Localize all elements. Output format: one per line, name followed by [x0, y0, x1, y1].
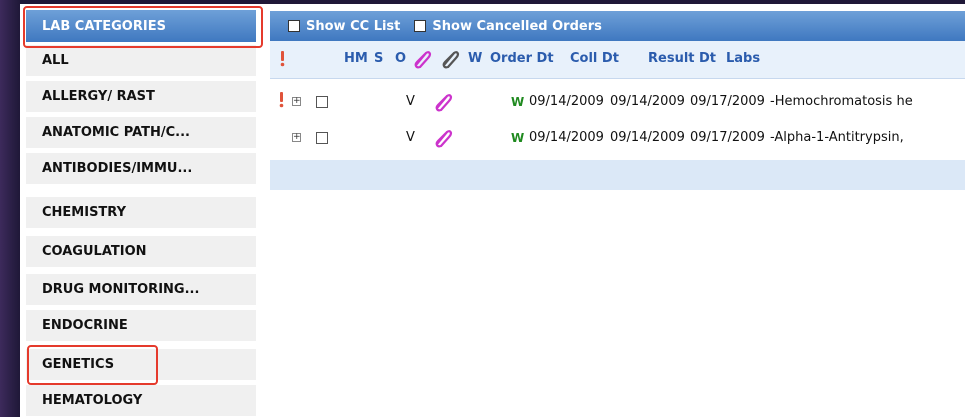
sidebar-item-coagulation[interactable]: COAGULATION	[26, 236, 256, 268]
column-coll-dt[interactable]: Coll Dt	[570, 51, 619, 66]
row-labs[interactable]: -Hemochromatosis he	[770, 94, 913, 109]
show-cc-list-checkbox[interactable]	[288, 20, 300, 32]
row-result-dt: 09/17/2009	[690, 94, 765, 109]
sidebar-item-anatomic-path[interactable]: ANATOMIC PATH/C...	[26, 117, 256, 149]
sidebar-item-genetics[interactable]: GENETICS	[26, 349, 256, 381]
orders-toolbar: Show CC List Show Cancelled Orders	[270, 11, 965, 41]
row-result-dt: 09/17/2009	[690, 130, 765, 145]
row-order-dt: 09/14/2009	[529, 130, 604, 145]
column-result-dt[interactable]: Result Dt	[648, 51, 716, 66]
lab-categories-header[interactable]: LAB CATEGORIES	[26, 10, 256, 42]
column-order-dt[interactable]: Order Dt	[490, 51, 554, 66]
sidebar-item-chemistry[interactable]: CHEMISTRY	[26, 197, 256, 229]
sidebar-item-endocrine[interactable]: ENDOCRINE	[26, 310, 256, 342]
row-w-marker: W	[511, 131, 525, 145]
column-labs[interactable]: Labs	[726, 51, 760, 66]
row-checkbox[interactable]	[316, 132, 328, 144]
sidebar-item-antibodies[interactable]: ANTIBODIES/IMMU...	[26, 153, 256, 185]
paperclip-icon[interactable]	[433, 128, 453, 148]
row-order-dt: 09/14/2009	[529, 94, 604, 109]
sidebar-item-drug-monitoring[interactable]: DRUG MONITORING...	[26, 274, 256, 306]
show-cancelled-orders-label: Show Cancelled Orders	[432, 18, 602, 34]
column-s[interactable]: S	[374, 51, 383, 66]
column-o[interactable]: O	[395, 51, 406, 66]
lab-results-window: LAB CATEGORIES ALL ALLERGY/ RAST ANATOMI…	[20, 4, 965, 417]
column-hm[interactable]: HM	[344, 51, 368, 66]
grid-footer-bar	[270, 160, 965, 190]
table-row[interactable]: + V W 09/14/2009 09/14/2009 09/17/2009 -…	[270, 85, 965, 119]
expand-plus-icon[interactable]: +	[292, 133, 301, 142]
paperclip-icon[interactable]	[433, 92, 453, 112]
row-coll-dt: 09/14/2009	[610, 94, 685, 109]
show-cc-list-label: Show CC List	[306, 18, 401, 34]
sidebar-item-hematology[interactable]: HEMATOLOGY	[26, 385, 256, 417]
column-w[interactable]: W	[468, 51, 482, 66]
paperclip-gray-icon[interactable]	[440, 49, 460, 69]
expand-plus-icon[interactable]: +	[292, 97, 301, 106]
exclamation-icon	[280, 51, 285, 67]
table-row[interactable]: + V W 09/14/2009 09/14/2009 09/17/2009 -…	[270, 121, 965, 155]
show-cancelled-orders-checkbox[interactable]	[414, 20, 427, 32]
paperclip-icon[interactable]	[412, 49, 432, 69]
row-w-marker: W	[511, 95, 525, 109]
row-s-value: V	[406, 130, 415, 145]
row-labs[interactable]: -Alpha-1-Antitrypsin,	[770, 130, 904, 145]
lab-categories-sidebar: LAB CATEGORIES ALL ALLERGY/ RAST ANATOMI…	[20, 4, 263, 417]
row-checkbox[interactable]	[316, 96, 328, 108]
exclamation-icon	[279, 92, 284, 108]
sidebar-item-allergy-rast[interactable]: ALLERGY/ RAST	[26, 81, 256, 113]
orders-grid: HM S O W Order Dt Coll Dt Result Dt Labs	[270, 41, 965, 281]
row-coll-dt: 09/14/2009	[610, 130, 685, 145]
sidebar-item-all[interactable]: ALL	[26, 45, 256, 77]
grid-header: HM S O W Order Dt Coll Dt Result Dt Labs	[270, 41, 965, 79]
orders-panel: Show CC List Show Cancelled Orders HM S …	[270, 4, 965, 417]
row-s-value: V	[406, 94, 415, 109]
